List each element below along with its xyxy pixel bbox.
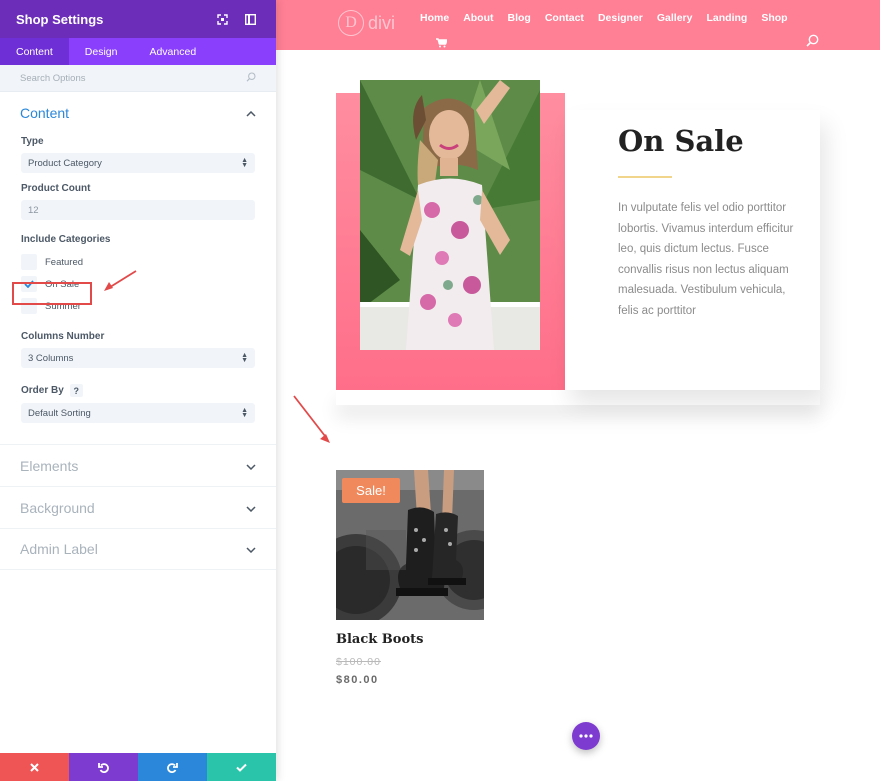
discard-button[interactable] [0,753,69,781]
chevron-down-icon [246,457,256,475]
site-header: D divi Home About Blog Contact Designer … [276,0,880,50]
order-by-text: Order By [21,385,64,396]
type-select-value: Product Category [28,157,102,169]
check-icon [236,763,247,772]
content-section-title: Content [20,105,70,121]
product-count-input[interactable]: 12 [21,200,255,220]
annotation-arrow-icon [293,395,330,443]
hero-body-text: In vulputate felis vel odio porttitor lo… [618,202,794,317]
order-by-label: Order By ? [21,384,255,397]
help-icon[interactable]: ? [69,384,83,397]
content-section-toggle[interactable]: Content [0,92,276,134]
search-input[interactable] [20,72,246,84]
elements-section-title: Elements [20,457,79,474]
menu-item-blog[interactable]: Blog [508,12,531,24]
menu-item-shop[interactable]: Shop [761,12,787,24]
chevron-down-icon [246,499,256,517]
sale-price: $80.00 [336,674,379,686]
type-select[interactable]: Product Category ▲ ▼ [21,153,255,173]
page-preview: D divi Home About Blog Contact Designer … [276,0,880,781]
hero-title: On Sale [618,124,744,158]
background-section-toggle[interactable]: Background [0,486,276,528]
columns-select[interactable]: 3 Columns ▲ ▼ [21,348,255,368]
chevron-up-icon [246,104,256,122]
redo-button[interactable] [138,753,207,781]
order-by-select[interactable]: Default Sorting ▲ ▼ [21,403,255,423]
search-bar [0,65,276,92]
select-arrows-icon: ▲ ▼ [241,407,248,419]
tab-content[interactable]: Content [0,38,69,65]
search-icon[interactable] [806,34,819,52]
close-icon [30,762,39,772]
sale-badge: Sale! [342,478,400,503]
checkbox[interactable] [21,254,37,270]
hero-photo [360,80,540,350]
settings-panel: Shop Settings Content Design Advanced Co… [0,0,276,781]
bottom-action-bar [0,753,276,781]
undo-button[interactable] [69,753,138,781]
admin-label-section-toggle[interactable]: Admin Label [0,528,276,570]
on-sale-highlight-box [12,282,92,305]
order-by-select-value: Default Sorting [28,407,91,419]
site-logo[interactable]: D divi [338,10,395,36]
menu-item-landing[interactable]: Landing [706,12,747,24]
menu-item-about[interactable]: About [463,12,493,24]
columns-label: Columns Number [21,331,105,342]
menu-item-designer[interactable]: Designer [598,12,643,24]
include-categories-label: Include Categories [21,234,111,245]
settings-tabs: Content Design Advanced [0,38,276,65]
category-label: Featured [45,256,84,268]
more-dots-icon [579,734,593,738]
save-button[interactable] [207,753,276,781]
hero-divider [618,176,672,178]
select-arrows-icon: ▲ ▼ [241,352,248,364]
chevron-down-icon [246,540,256,558]
menu-item-contact[interactable]: Contact [545,12,584,24]
product-count-label: Product Count [21,183,91,194]
undo-icon [98,762,109,773]
tab-advanced[interactable]: Advanced [133,38,212,65]
main-menu: Home About Blog Contact Designer Gallery… [420,12,802,24]
sidebar-toggle-icon[interactable] [238,7,262,31]
columns-select-value: 3 Columns [28,352,74,364]
admin-label-section-title: Admin Label [20,541,98,557]
annotation-arrow-icon [104,270,137,291]
menu-item-home[interactable]: Home [420,12,449,24]
menu-item-gallery[interactable]: Gallery [657,12,693,24]
panel-title: Shop Settings [16,11,104,27]
builder-menu-button[interactable] [572,722,600,750]
cart-icon[interactable] [436,35,449,53]
original-price: $100.00 [336,656,381,668]
panel-header: Shop Settings [0,0,276,38]
logo-mark: D [338,10,364,36]
product-name[interactable]: Black Boots [336,632,423,647]
fullscreen-icon[interactable] [210,7,234,31]
search-icon[interactable] [246,69,256,87]
logo-text: divi [368,12,396,33]
type-label: Type [21,136,44,147]
redo-icon [167,762,178,773]
select-arrows-icon: ▲ ▼ [241,157,248,169]
elements-section-toggle[interactable]: Elements [0,444,276,486]
background-section-title: Background [20,499,95,516]
tab-design[interactable]: Design [69,38,134,65]
